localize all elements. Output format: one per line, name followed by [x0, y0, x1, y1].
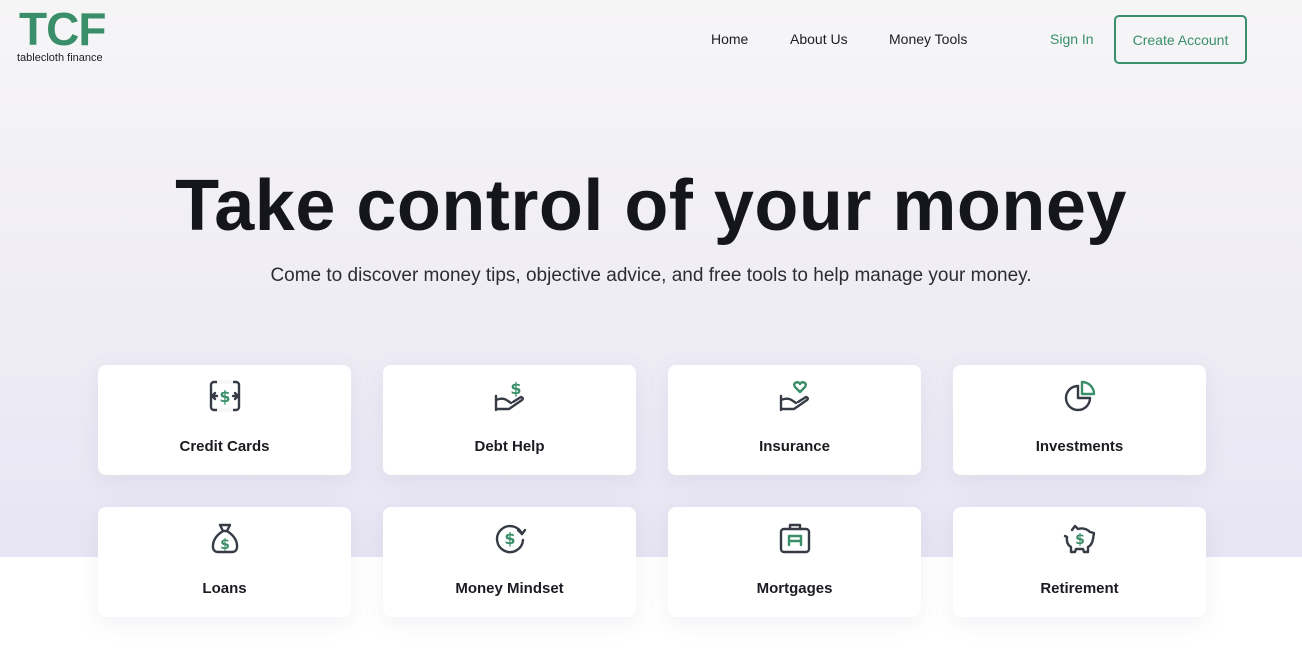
- category-label: Investments: [1035, 438, 1124, 455]
- credit-card-exchange-icon: $: [208, 379, 242, 413]
- logo-tagline: tablecloth finance: [17, 52, 103, 64]
- pie-chart-icon: [1063, 379, 1097, 413]
- category-card-retirement[interactable]: $ Retirement: [953, 507, 1206, 617]
- dollar-circle-icon: $: [493, 521, 527, 555]
- category-label: Retirement: [1040, 580, 1119, 597]
- category-label: Mortgages: [756, 580, 833, 597]
- category-label: Loans: [202, 580, 247, 597]
- piggy-bank-icon: $: [1063, 521, 1097, 555]
- hand-heart-icon: [778, 379, 812, 413]
- nav-about-us-link[interactable]: About Us: [790, 31, 848, 47]
- nav-home-link[interactable]: Home: [711, 31, 748, 47]
- svg-text:$: $: [220, 537, 230, 553]
- category-card-loans[interactable]: $ Loans: [98, 507, 351, 617]
- nav-money-tools-link[interactable]: Money Tools: [889, 31, 967, 47]
- category-card-credit-cards[interactable]: $ Credit Cards: [98, 365, 351, 475]
- svg-text:$: $: [1075, 532, 1085, 548]
- category-label: Debt Help: [474, 438, 545, 455]
- money-bag-icon: $: [208, 521, 242, 555]
- svg-text:$: $: [504, 529, 515, 548]
- page: TCF tablecloth finance Home About Us Mon…: [0, 0, 1302, 659]
- category-card-investments[interactable]: Investments: [953, 365, 1206, 475]
- category-label: Money Mindset: [455, 580, 564, 597]
- briefcase-icon: [778, 521, 812, 555]
- category-card-insurance[interactable]: Insurance: [668, 365, 921, 475]
- svg-text:$: $: [510, 379, 521, 398]
- category-card-mortgages[interactable]: Mortgages: [668, 507, 921, 617]
- category-card-money-mindset[interactable]: $ Money Mindset: [383, 507, 636, 617]
- hand-dollar-icon: $: [493, 379, 527, 413]
- create-account-button[interactable]: Create Account: [1114, 15, 1247, 64]
- page-subtitle: Come to discover money tips, objective a…: [270, 265, 1032, 286]
- main-nav: Home About Us Money Tools: [0, 31, 1302, 51]
- category-card-debt-help[interactable]: $ Debt Help: [383, 365, 636, 475]
- category-label: Insurance: [759, 438, 830, 455]
- page-title: Take control of your money: [175, 166, 1127, 246]
- category-label: Credit Cards: [179, 438, 270, 455]
- svg-text:$: $: [219, 387, 230, 406]
- sign-in-link[interactable]: Sign In: [1050, 31, 1094, 47]
